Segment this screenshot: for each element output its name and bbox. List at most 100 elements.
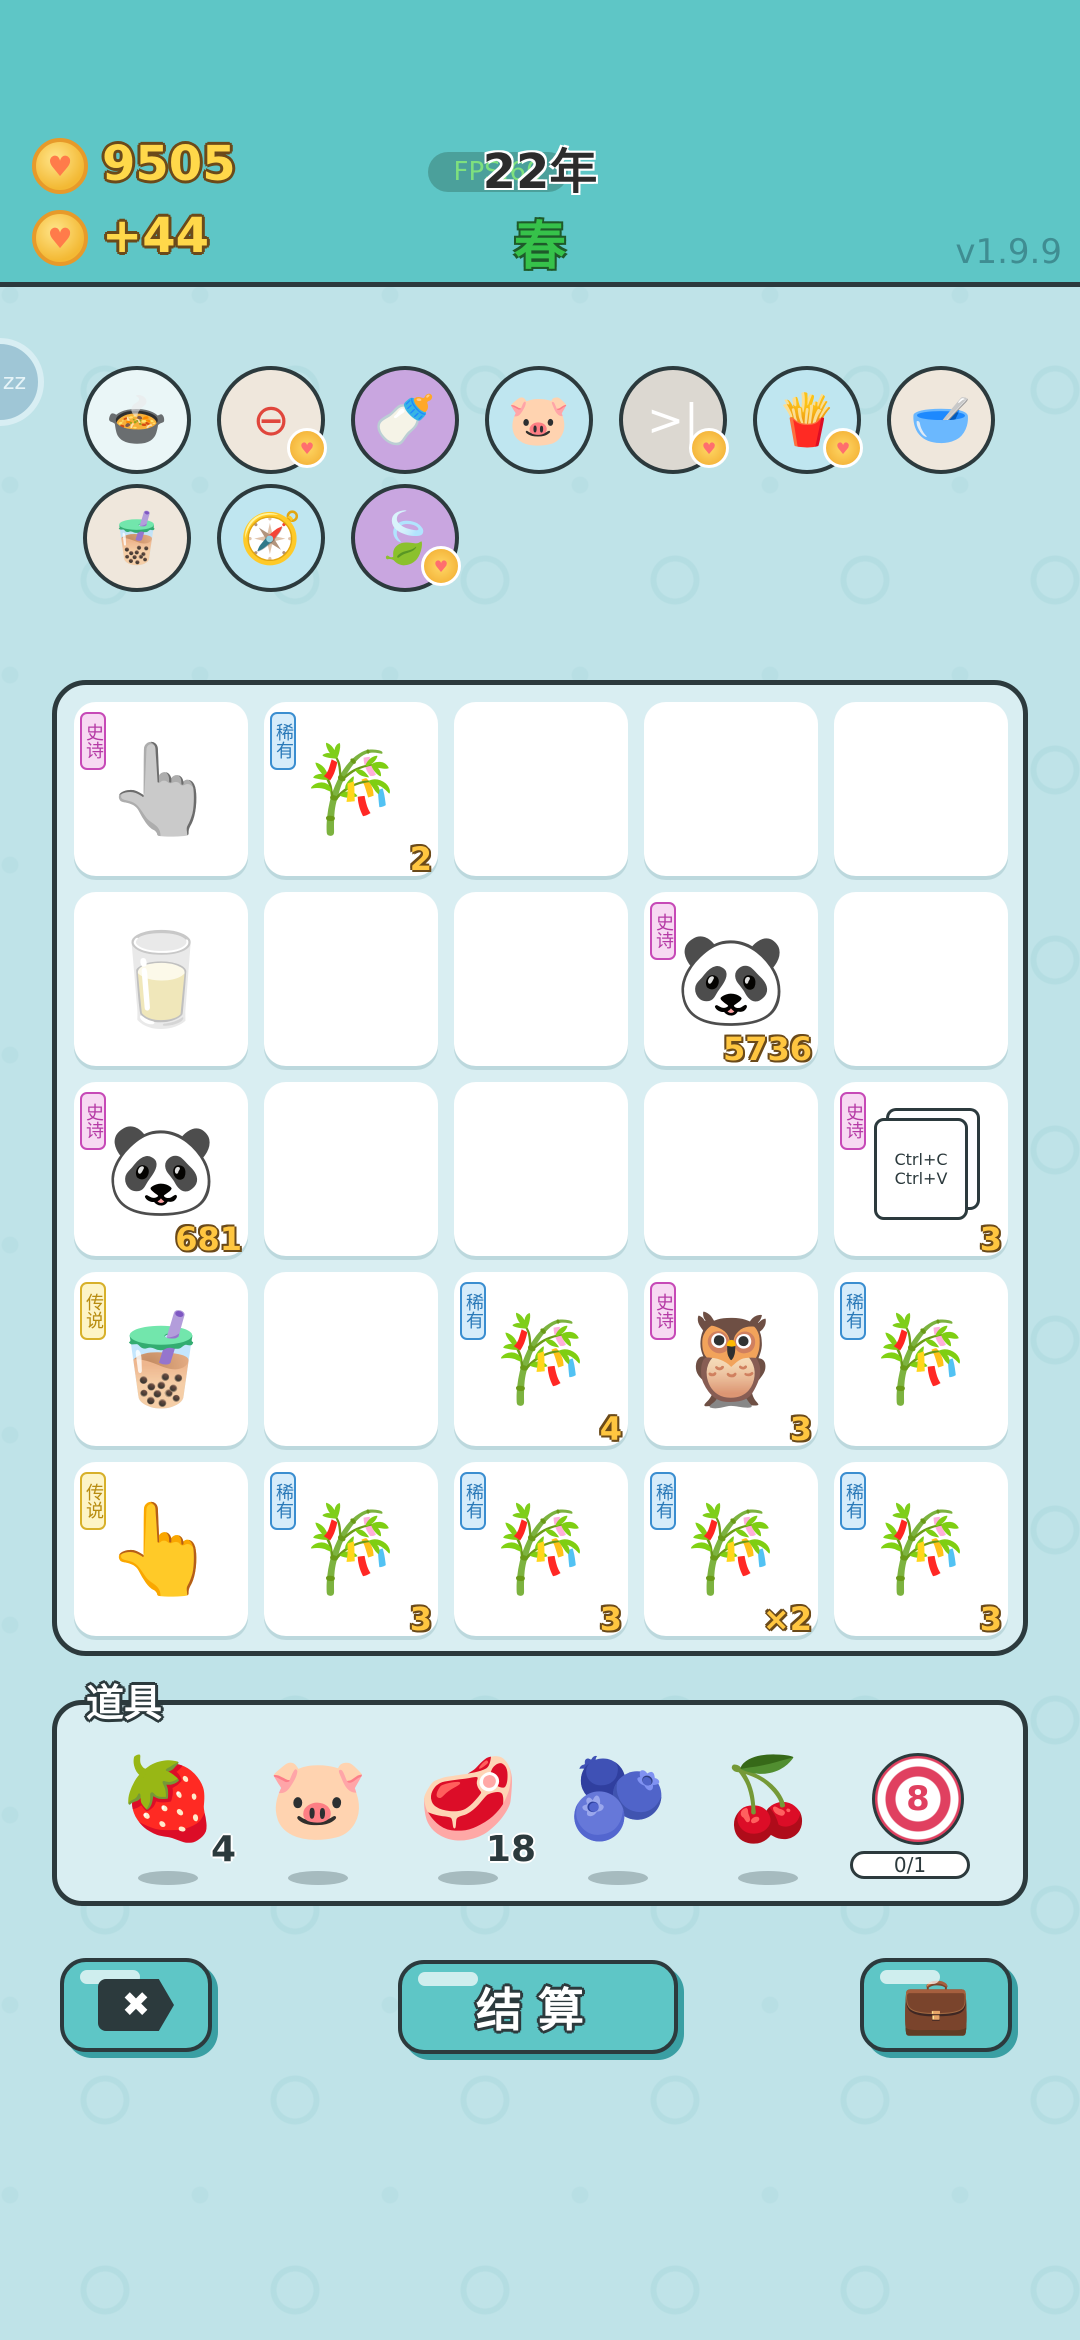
milk-bottle-cell[interactable]: 🥛 xyxy=(74,892,248,1066)
strawberry-slot[interactable]: 🍓 4 xyxy=(108,1749,236,1889)
season-label: 春 xyxy=(513,217,566,277)
bubble-tea-cup-cell[interactable]: 🧋 传说 xyxy=(74,1272,248,1446)
item-shadow xyxy=(288,1871,348,1885)
item-count: 2 xyxy=(409,840,432,878)
bamboo-cell[interactable]: 🎋 稀有 2 xyxy=(264,702,438,878)
piggy-bank-icon: 🐷 xyxy=(268,1752,368,1845)
income-coin-icon: ♥ xyxy=(32,210,88,266)
ctrl-c-v-cell[interactable]: Ctrl+C Ctrl+V 史诗 3 xyxy=(834,1082,1008,1258)
legend-rarity-tag: 传说 xyxy=(80,1282,106,1340)
items-label: 道具 xyxy=(86,1681,163,1725)
empty-cell[interactable] xyxy=(644,702,818,876)
bag-button[interactable]: 💼 xyxy=(860,1958,1012,2052)
item-count: 18 xyxy=(485,1829,536,1870)
bamboo-cell[interactable]: 🎋 稀有 3 xyxy=(264,1462,438,1638)
sleep-icon: zz xyxy=(2,369,26,395)
settle-button[interactable]: 结算 xyxy=(398,1960,678,2054)
epic-rarity-tag: 史诗 xyxy=(650,902,676,960)
panda-cell[interactable]: 🐼 史诗 681 xyxy=(74,1082,248,1258)
top-bar: ♥ 9505 ♥ +44 FPS:60 22年 春 v1.9.9 xyxy=(0,0,1080,287)
item-count: 3 xyxy=(599,1600,622,1638)
item-count: 3 xyxy=(789,1410,812,1448)
bamboo-cell[interactable]: 🎋 稀有 3 xyxy=(834,1462,1008,1638)
empty-cell[interactable] xyxy=(264,892,438,1066)
piggy-buff-icon[interactable]: 🐷 xyxy=(485,366,593,474)
empty-cell[interactable] xyxy=(454,892,628,1066)
bubble-tea-buff-icon[interactable]: 🧋 xyxy=(83,484,191,592)
rare-rarity-tag: 稀有 xyxy=(460,1472,486,1530)
target-ring: 8 xyxy=(872,1753,964,1845)
piggy-bank-slot[interactable]: 🐷 xyxy=(258,1749,378,1889)
coin-total: 9505 xyxy=(102,136,236,192)
year-label: 22年 xyxy=(482,144,598,200)
item-count: ×2 xyxy=(762,1600,812,1638)
coin-icon: ♥ xyxy=(32,138,88,194)
game-board: 👆 史诗 🎋 稀有 2 🥛 🐼 史诗 5736 🐼 史诗 681 Ctrl+C Ctrl+V 史诗 3 🧋 传说 🎋… xyxy=(52,680,1028,1656)
ctrl-v-label: Ctrl+V xyxy=(894,1169,948,1188)
skip-buff-icon[interactable]: >| ♥ xyxy=(619,366,729,474)
rare-rarity-tag: 稀有 xyxy=(650,1472,676,1530)
item-shadow xyxy=(588,1871,648,1885)
ctrl-c-v-card: Ctrl+C Ctrl+V xyxy=(874,1118,968,1220)
blueberry-icon: 🫐 xyxy=(568,1752,668,1845)
target-progress: 0/1 xyxy=(850,1851,970,1879)
bamboo-cell[interactable]: 🎋 稀有 3 xyxy=(454,1462,628,1638)
item-shadow xyxy=(138,1871,198,1885)
heart-badge-icon: ♥ xyxy=(689,428,729,468)
epic-rarity-tag: 史诗 xyxy=(80,712,106,770)
empty-cell[interactable] xyxy=(644,1082,818,1256)
panda-cell[interactable]: 🐼 史诗 5736 xyxy=(644,892,818,1068)
lychee-slot[interactable]: 🍒 xyxy=(708,1749,828,1889)
owl-cell[interactable]: 🦉 史诗 3 xyxy=(644,1272,818,1448)
empty-cell[interactable] xyxy=(834,892,1008,1066)
epic-rarity-tag: 史诗 xyxy=(650,1282,676,1340)
target-8-slot[interactable]: 8 0/1 xyxy=(850,1749,978,1889)
gold-hand-cell[interactable]: 👆 传说 xyxy=(74,1462,248,1636)
empty-cell[interactable] xyxy=(834,702,1008,876)
pet-food-buff-icon[interactable]: 🥣 xyxy=(887,366,995,474)
empty-cell[interactable] xyxy=(454,1082,628,1256)
baby-bottle-buff-icon[interactable]: 🍼 xyxy=(351,366,459,474)
ctrl-c-label: Ctrl+C xyxy=(894,1150,948,1169)
heart-badge-icon: ♥ xyxy=(287,428,327,468)
item-shadow xyxy=(438,1871,498,1885)
item-count: 3 xyxy=(979,1220,1002,1258)
rare-rarity-tag: 稀有 xyxy=(460,1282,486,1340)
rare-rarity-tag: 稀有 xyxy=(840,1472,866,1530)
compass-buff-icon[interactable]: 🧭 xyxy=(217,484,325,592)
close-icon: ✖ xyxy=(98,1979,174,2031)
heart-badge-icon: ♥ xyxy=(421,546,461,586)
legend-rarity-tag: 传说 xyxy=(80,1472,106,1530)
epic-rarity-tag: 史诗 xyxy=(840,1092,866,1150)
bamboo-cell[interactable]: 🎋 稀有 4 xyxy=(454,1272,628,1448)
bamboo-cell[interactable]: 🎋 稀有 ×2 xyxy=(644,1462,818,1638)
blueberry-slot[interactable]: 🫐 xyxy=(558,1749,678,1889)
target-8-icon: 8 xyxy=(858,1749,978,1849)
milk-bottle-icon: 🥛 xyxy=(104,926,218,1032)
pot-duck-buff-icon[interactable]: 🍲 xyxy=(83,366,191,474)
leaf-buff-icon[interactable]: 🍃 ♥ xyxy=(351,484,461,592)
no-entry-buff-icon[interactable]: ⊖ ♥ xyxy=(217,366,327,474)
item-count: 3 xyxy=(979,1600,1002,1638)
gray-hand-cell[interactable]: 👆 史诗 xyxy=(74,702,248,876)
item-count: 681 xyxy=(175,1220,242,1258)
close-button[interactable]: ✖ xyxy=(60,1958,212,2052)
item-count: 5736 xyxy=(722,1030,812,1068)
item-count: 3 xyxy=(409,1600,432,1638)
empty-cell[interactable] xyxy=(264,1082,438,1256)
liver-slot[interactable]: 🥩 18 xyxy=(408,1749,536,1889)
empty-cell[interactable] xyxy=(264,1272,438,1446)
settle-label: 结算 xyxy=(476,1983,600,2037)
rare-rarity-tag: 稀有 xyxy=(270,1472,296,1530)
bamboo-cell[interactable]: 🎋 稀有 xyxy=(834,1272,1008,1446)
items-bar: 🍓 4 🐷 🥩 18 🫐 🍒 8 0/1 xyxy=(52,1700,1028,1906)
epic-rarity-tag: 史诗 xyxy=(80,1092,106,1150)
empty-cell[interactable] xyxy=(454,702,628,876)
rare-rarity-tag: 稀有 xyxy=(840,1282,866,1340)
item-count: 4 xyxy=(210,1829,236,1870)
fries-buff-icon[interactable]: 🍟 ♥ xyxy=(753,366,863,474)
item-count: 4 xyxy=(599,1410,622,1448)
item-shadow xyxy=(738,1871,798,1885)
lychee-icon: 🍒 xyxy=(718,1752,818,1845)
coin-income: +44 xyxy=(102,208,210,264)
